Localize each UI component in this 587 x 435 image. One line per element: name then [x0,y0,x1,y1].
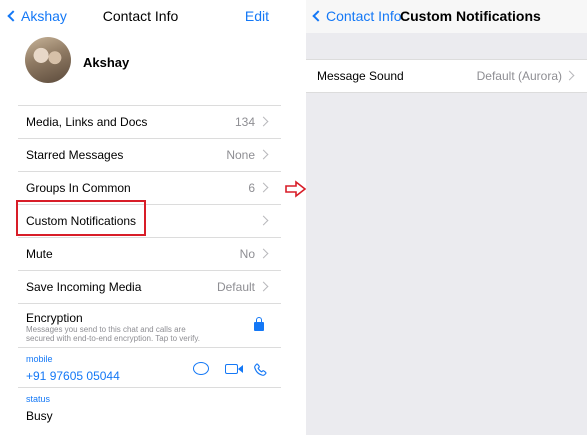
row-value: No [239,247,255,261]
chevron-right-icon [258,182,269,193]
avatar[interactable] [25,37,71,83]
row-starred-messages[interactable]: Starred Messages None [18,138,281,171]
page-title: Contact Info [102,8,179,24]
settings-list: Media, Links and Docs 134 Starred Messag… [0,105,281,427]
row-label: Media, Links and Docs [26,115,148,129]
row-label: Mute [26,247,53,261]
row-label: Save Incoming Media [26,280,142,294]
status-row: status Busy [18,387,281,427]
contact-info-screen: Akshay Contact Info Edit Akshay Media, L… [0,0,281,435]
custom-notifications-screen: Contact Info Custom Notifications Messag… [306,0,587,435]
phone-icon[interactable] [252,362,268,378]
profile-name: Akshay [83,55,130,70]
chevron-right-icon [258,281,269,292]
phone-number[interactable]: +91 97605 05044 [26,369,120,383]
row-label: Groups In Common [26,181,131,195]
message-icon[interactable] [193,362,209,375]
chevron-right-icon [258,149,269,160]
row-value: Default (Aurora) [476,69,562,83]
row-mute[interactable]: Mute No [18,237,281,270]
row-value: None [226,148,255,162]
encryption-label: Encryption [26,311,83,325]
phone-caption: mobile [26,354,53,364]
status-text: Busy [26,409,53,423]
row-media-links-docs[interactable]: Media, Links and Docs 134 [18,105,281,138]
video-icon[interactable] [225,364,243,374]
row-value: 134 [234,115,255,129]
profile-header[interactable]: Akshay [0,33,281,105]
status-caption: status [26,394,51,404]
chevron-left-icon [312,10,324,22]
chevron-right-icon [258,248,269,259]
back-button[interactable]: Contact Info [311,8,402,24]
encryption-line-2: secured with end-to-end encryption. Tap … [26,334,201,343]
custom-notifications-navbar: Contact Info Custom Notifications [306,0,587,33]
chevron-right-icon [258,116,269,127]
right-arrow-icon [285,180,307,198]
chevron-right-icon [564,70,575,81]
encryption-description: Messages you send to this chat and calls… [26,325,226,343]
row-label: Message Sound [317,69,404,83]
row-encryption[interactable]: Encryption Messages you send to this cha… [18,303,281,347]
row-save-incoming-media[interactable]: Save Incoming Media Default [18,270,281,303]
chevron-right-icon [258,215,269,226]
edit-button[interactable]: Edit [245,8,269,24]
highlight-box [16,200,146,236]
contact-info-navbar: Akshay Contact Info Edit [0,0,281,33]
row-message-sound[interactable]: Message Sound Default (Aurora) [306,59,587,93]
row-value: 6 [248,181,255,195]
phone-row[interactable]: mobile +91 97605 05044 [18,347,281,387]
lock-icon [254,317,264,331]
back-label: Contact Info [326,8,402,24]
row-label: Starred Messages [26,148,124,162]
row-value: Default [216,280,255,294]
encryption-line-1: Messages you send to this chat and calls… [26,325,186,334]
page-title: Custom Notifications [400,8,541,24]
